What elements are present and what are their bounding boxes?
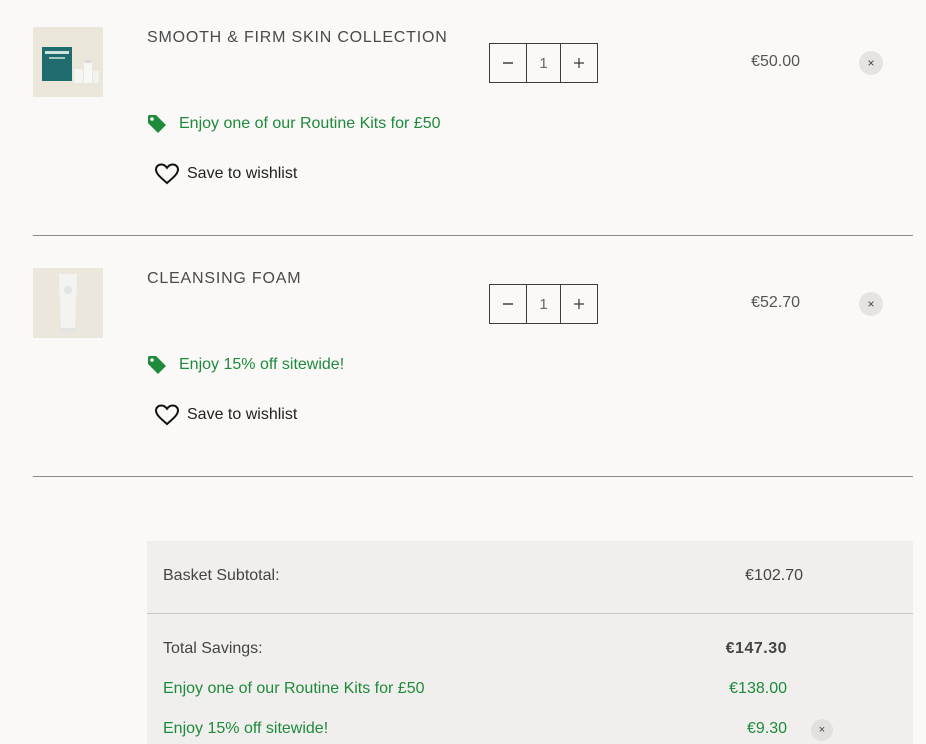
savings-promo-value: €138.00 [729, 680, 787, 697]
decrease-quantity-button[interactable] [490, 285, 526, 323]
product-name[interactable]: SMOOTH & FIRM SKIN COLLECTION [147, 29, 448, 47]
plus-icon [573, 53, 585, 74]
save-to-wishlist-button[interactable]: Save to wishlist [155, 404, 297, 426]
product-image-cleansing-foam[interactable] [33, 268, 103, 338]
increase-quantity-button[interactable] [561, 285, 597, 323]
summary-divider [147, 613, 913, 614]
savings-promo-value: €9.30 [746, 720, 787, 737]
basket-item: SMOOTH & FIRM SKIN COLLECTION 1 €50.00 ×… [33, 0, 913, 236]
savings-promo-label: Enjoy one of our Routine Kits for £50 [163, 680, 425, 697]
basket-item: CLEANSING FOAM 1 €52.70 × Enjoy 15% off … [33, 241, 913, 477]
save-to-wishlist-button[interactable]: Save to wishlist [155, 163, 297, 185]
item-price: €52.70 [751, 294, 800, 311]
close-icon: × [867, 297, 875, 311]
item-price: €50.00 [751, 53, 800, 70]
tag-icon [148, 115, 166, 133]
decrease-quantity-button[interactable] [490, 44, 526, 82]
quantity-input[interactable]: 1 [526, 44, 561, 82]
remove-item-button[interactable]: × [859, 51, 883, 75]
total-savings-label: Total Savings: [163, 640, 263, 657]
close-icon: × [818, 724, 826, 736]
subtotal-value: €102.70 [745, 567, 803, 584]
product-image-smooth-firm-collection[interactable] [33, 27, 103, 97]
wishlist-label: Save to wishlist [187, 406, 298, 423]
basket-summary: Basket Subtotal: €102.70 Total Savings: … [147, 541, 913, 744]
remove-promo-button[interactable]: × [811, 719, 833, 741]
quantity-stepper: 1 [489, 43, 598, 83]
promo-message: Enjoy 15% off sitewide! [147, 355, 344, 375]
heart-icon [155, 163, 179, 185]
subtotal-label: Basket Subtotal: [163, 567, 280, 584]
increase-quantity-button[interactable] [561, 44, 597, 82]
savings-promo-label: Enjoy 15% off sitewide! [163, 720, 329, 737]
tag-icon [148, 356, 166, 374]
total-savings-value: €147.30 [725, 640, 787, 657]
quantity-input[interactable]: 1 [526, 285, 561, 323]
promo-text: Enjoy 15% off sitewide! [179, 356, 345, 373]
minus-icon [502, 294, 514, 315]
product-name[interactable]: CLEANSING FOAM [147, 270, 301, 288]
heart-icon [155, 404, 179, 426]
minus-icon [502, 53, 514, 74]
close-icon: × [867, 56, 875, 70]
promo-text: Enjoy one of our Routine Kits for £50 [179, 115, 441, 132]
plus-icon [573, 294, 585, 315]
remove-item-button[interactable]: × [859, 292, 883, 316]
quantity-stepper: 1 [489, 284, 598, 324]
wishlist-label: Save to wishlist [187, 165, 298, 182]
promo-message: Enjoy one of our Routine Kits for £50 [147, 114, 441, 134]
